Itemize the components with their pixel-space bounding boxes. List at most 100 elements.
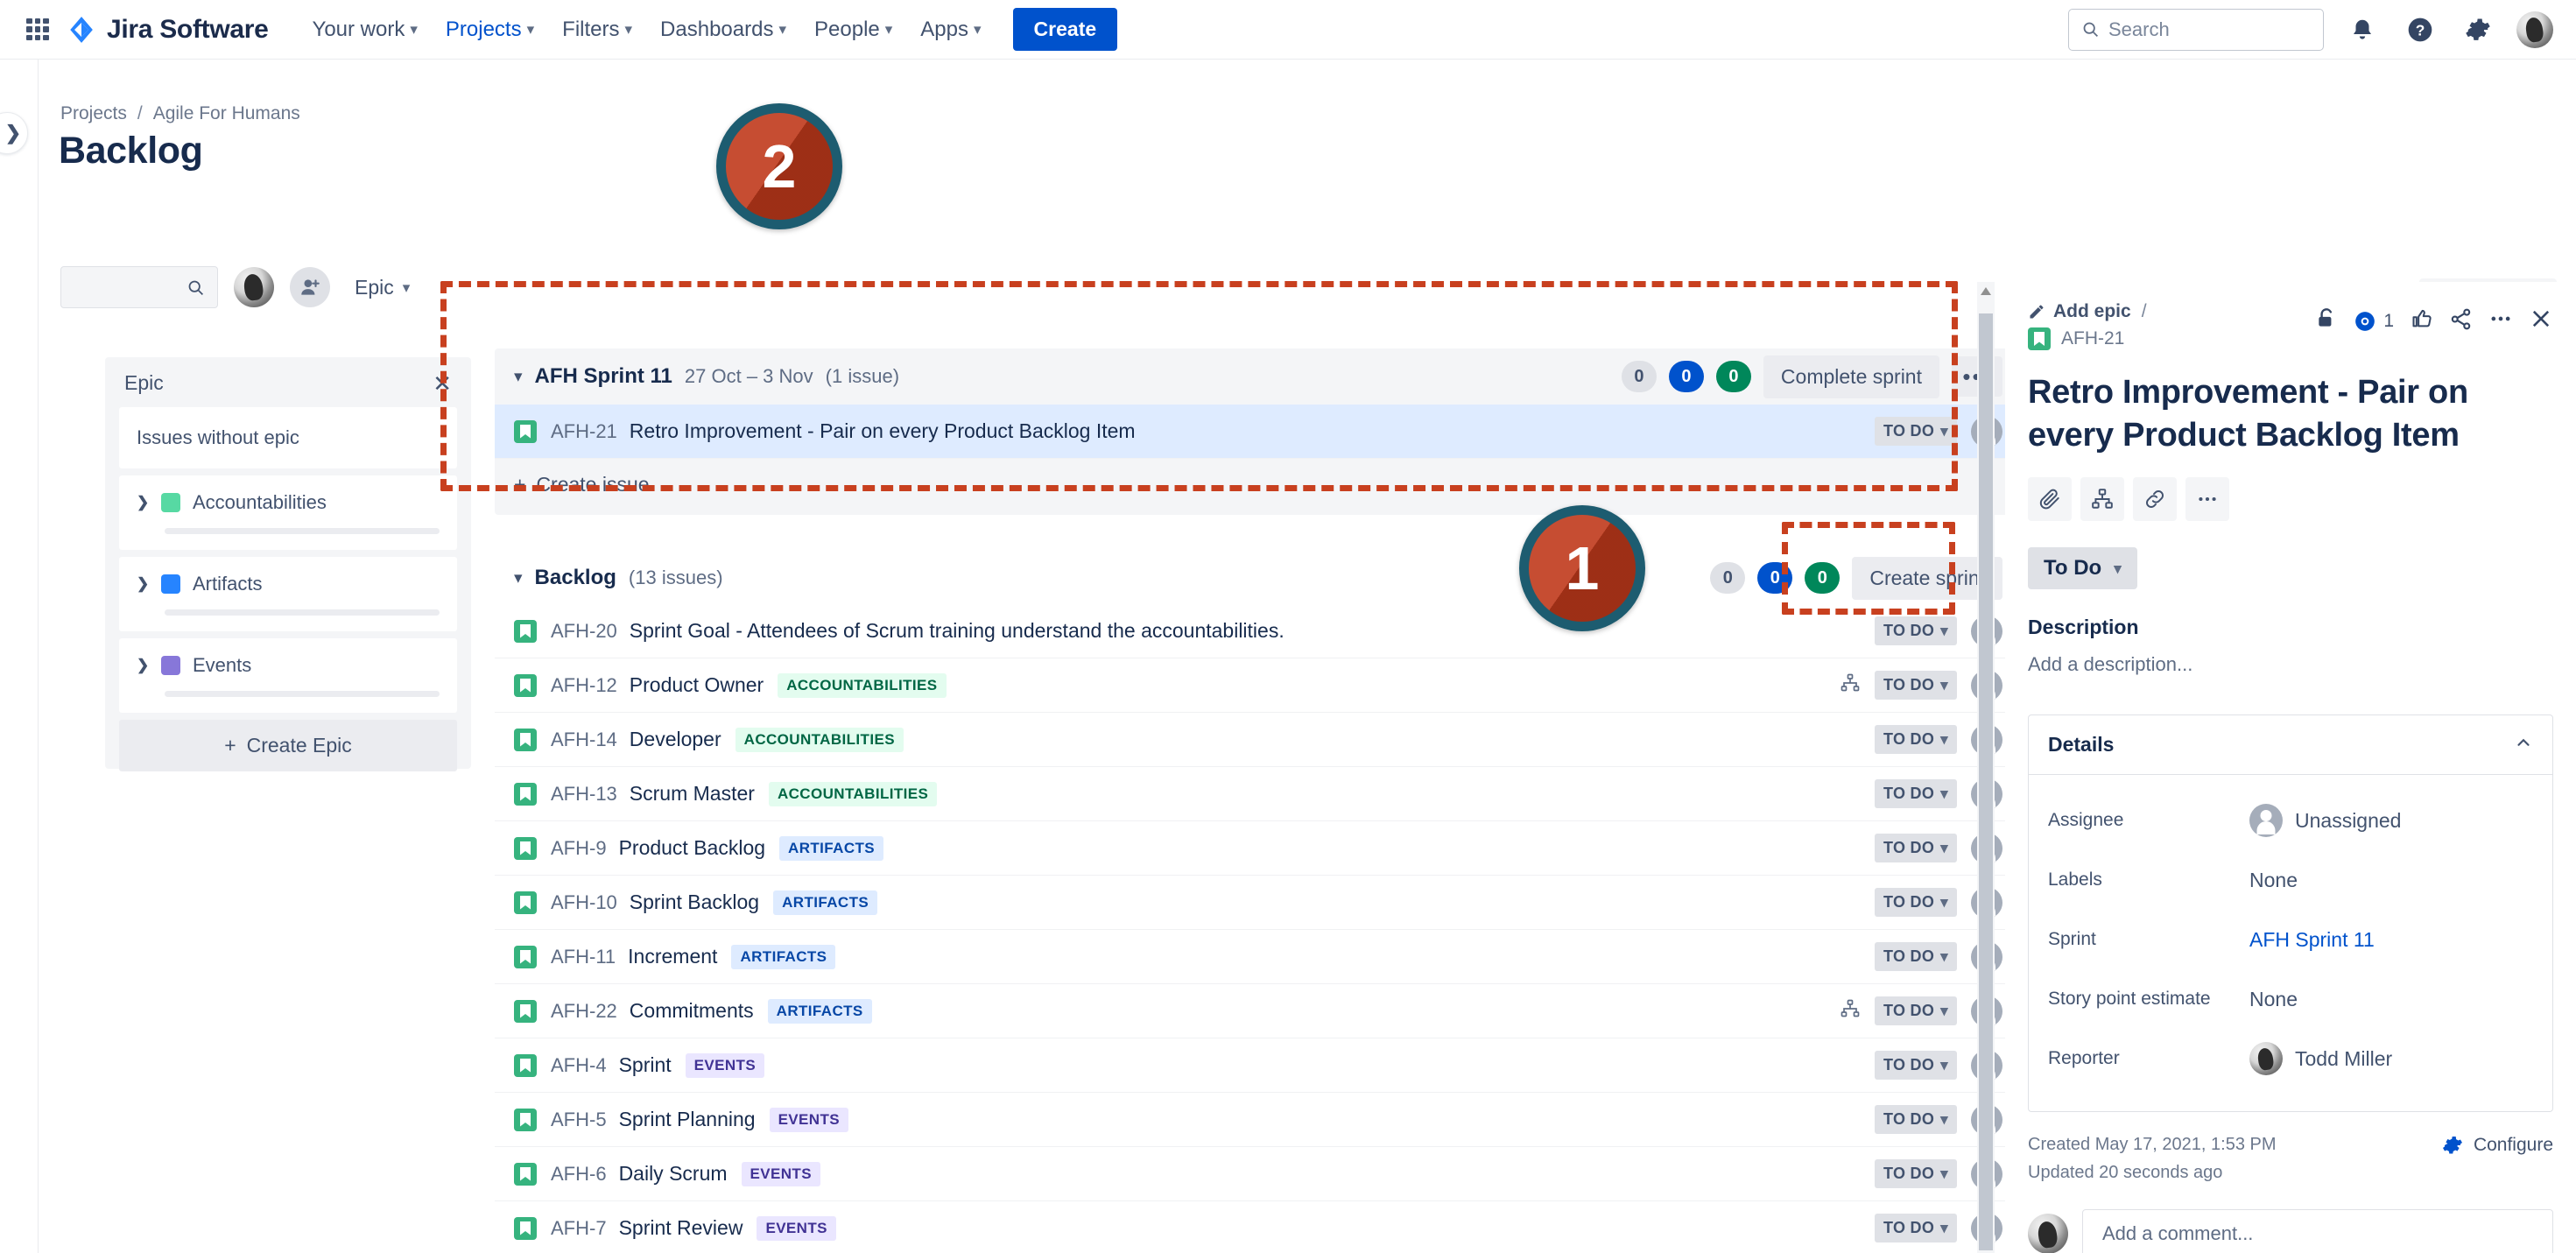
- epic-tag[interactable]: ACCOUNTABILITIES: [778, 672, 947, 698]
- apps-grid-icon[interactable]: [23, 15, 53, 45]
- lock-icon[interactable]: [2315, 307, 2338, 334]
- pill-todo-count[interactable]: 0: [1710, 562, 1746, 594]
- nav-item-your-work[interactable]: Your work ▾: [300, 11, 430, 49]
- table-row[interactable]: AFH-11 Increment ARTIFACTS TO DO ▾: [495, 930, 2018, 984]
- issue-key[interactable]: AFH-5: [551, 1109, 607, 1131]
- issue-key[interactable]: AFH-10: [551, 891, 617, 914]
- jira-software-logo-link[interactable]: Jira Software: [67, 15, 269, 45]
- table-row[interactable]: AFH-10 Sprint Backlog ARTIFACTS TO DO ▾: [495, 876, 2018, 930]
- create-issue-button[interactable]: + Create issue: [495, 459, 2018, 510]
- issue-key[interactable]: AFH-13: [551, 783, 617, 806]
- more-actions-icon[interactable]: [2488, 306, 2513, 335]
- issue-key[interactable]: AFH-21: [2061, 328, 2124, 349]
- issue-key[interactable]: AFH-21: [551, 420, 617, 443]
- chevron-right-icon[interactable]: ❯: [137, 657, 149, 674]
- status-badge[interactable]: TO DO ▾: [1874, 417, 1957, 446]
- add-epic-button[interactable]: Add epic: [2028, 301, 2131, 322]
- epic-tag[interactable]: EVENTS: [685, 1052, 765, 1078]
- description-input[interactable]: Add a description...: [2028, 653, 2553, 676]
- complete-sprint-button[interactable]: Complete sprint: [1763, 355, 1939, 398]
- table-row[interactable]: AFH-21 Retro Improvement - Pair on every…: [495, 405, 2018, 459]
- pill-done-count[interactable]: 0: [1715, 361, 1751, 392]
- pill-todo-count[interactable]: 0: [1621, 361, 1657, 392]
- chevron-down-icon[interactable]: ▾: [514, 367, 523, 387]
- status-badge[interactable]: TO DO ▾: [1874, 779, 1957, 808]
- create-button[interactable]: Create: [1012, 8, 1118, 51]
- status-badge[interactable]: TO DO ▾: [1874, 1214, 1957, 1242]
- like-icon[interactable]: [2410, 307, 2433, 335]
- details-card-header[interactable]: Details: [2029, 715, 2552, 776]
- close-icon[interactable]: ✕: [429, 372, 455, 395]
- issue-key[interactable]: AFH-12: [551, 674, 617, 697]
- issue-key[interactable]: AFH-14: [551, 729, 617, 751]
- nav-item-filters[interactable]: Filters ▾: [550, 11, 644, 49]
- issue-key[interactable]: AFH-11: [551, 946, 616, 968]
- issue-key[interactable]: AFH-9: [551, 837, 607, 860]
- global-search-input[interactable]: Search: [2068, 8, 2324, 51]
- close-icon[interactable]: [2529, 306, 2553, 335]
- field-value[interactable]: Todd Miller: [2249, 1042, 2392, 1076]
- epic-tag[interactable]: ARTIFACTS: [773, 890, 878, 915]
- vertical-scrollbar[interactable]: [1977, 282, 1995, 1253]
- breadcrumb-projects[interactable]: Projects: [60, 103, 127, 124]
- chevron-down-icon[interactable]: ▾: [514, 568, 523, 588]
- scrollbar-thumb[interactable]: [1979, 313, 1993, 1250]
- settings-gear-icon[interactable]: [2459, 11, 2497, 49]
- epic-item-accountabilities[interactable]: ❯ Accountabilities: [119, 475, 457, 550]
- status-badge[interactable]: TO DO ▾: [1874, 1105, 1957, 1134]
- child-issue-icon[interactable]: [2080, 477, 2124, 522]
- status-badge[interactable]: TO DO ▾: [1874, 1159, 1957, 1188]
- status-badge[interactable]: TO DO ▾: [1874, 1051, 1957, 1080]
- issue-key[interactable]: AFH-22: [551, 1000, 617, 1023]
- avatar-filter-current-user[interactable]: [234, 267, 274, 307]
- epic-tag[interactable]: ARTIFACTS: [767, 998, 872, 1024]
- epic-tag[interactable]: ARTIFACTS: [779, 835, 884, 861]
- scroll-up-arrow-icon[interactable]: [1981, 287, 1991, 295]
- nav-item-dashboards[interactable]: Dashboards ▾: [648, 11, 799, 49]
- add-person-icon[interactable]: [290, 267, 330, 307]
- pill-done-count[interactable]: 0: [1805, 562, 1841, 594]
- epic-tag[interactable]: EVENTS: [741, 1161, 820, 1186]
- pill-inprogress-count[interactable]: 0: [1668, 361, 1704, 392]
- field-value[interactable]: Unassigned: [2249, 804, 2401, 838]
- chevron-right-icon[interactable]: ❯: [137, 494, 149, 511]
- breadcrumb-project[interactable]: Agile For Humans: [153, 103, 300, 124]
- table-row[interactable]: AFH-6 Daily Scrum EVENTS TO DO ▾: [495, 1147, 2018, 1201]
- status-badge[interactable]: TO DO ▾: [1874, 942, 1957, 971]
- epic-tag[interactable]: EVENTS: [769, 1107, 848, 1132]
- status-badge[interactable]: TO DO ▾: [1874, 671, 1957, 700]
- notifications-icon[interactable]: [2343, 11, 2382, 49]
- epic-filter-dropdown[interactable]: Epic ▾: [346, 269, 419, 306]
- table-row[interactable]: AFH-22 Commitments ARTIFACTS TO DO ▾: [495, 984, 2018, 1038]
- epic-tag[interactable]: ARTIFACTS: [731, 944, 836, 969]
- field-value[interactable]: AFH Sprint 11: [2249, 928, 2375, 952]
- table-row[interactable]: AFH-12 Product Owner ACCOUNTABILITIES TO DO…: [495, 658, 2018, 713]
- table-row[interactable]: AFH-20 Sprint Goal - Attendees of Scrum t…: [495, 604, 2018, 658]
- issue-key[interactable]: AFH-7: [551, 1217, 607, 1240]
- status-badge[interactable]: TO DO ▾: [1874, 888, 1957, 917]
- help-icon[interactable]: ?: [2401, 11, 2439, 49]
- chevron-right-icon[interactable]: ❯: [137, 575, 149, 593]
- watch-issue-button[interactable]: 1: [2354, 310, 2394, 333]
- share-icon[interactable]: [2449, 307, 2473, 335]
- add-comment-input[interactable]: Add a comment...: [2082, 1209, 2553, 1253]
- field-value[interactable]: None: [2249, 988, 2298, 1011]
- status-badge[interactable]: TO DO ▾: [1874, 725, 1957, 754]
- nav-item-projects[interactable]: Projects ▾: [433, 11, 546, 67]
- table-row[interactable]: AFH-13 Scrum Master ACCOUNTABILITIES TO DO ▾: [495, 767, 2018, 821]
- status-badge[interactable]: TO DO ▾: [1874, 834, 1957, 862]
- table-row[interactable]: AFH-4 Sprint EVENTS TO DO ▾: [495, 1038, 2018, 1093]
- epic-item-artifacts[interactable]: ❯ Artifacts: [119, 557, 457, 631]
- epic-tag[interactable]: ACCOUNTABILITIES: [768, 781, 938, 806]
- link-icon[interactable]: [2133, 477, 2177, 522]
- issue-status-dropdown[interactable]: To Do ▾: [2028, 547, 2137, 590]
- table-row[interactable]: AFH-5 Sprint Planning EVENTS TO DO ▾: [495, 1093, 2018, 1147]
- table-row[interactable]: AFH-9 Product Backlog ARTIFACTS TO DO ▾: [495, 821, 2018, 876]
- issue-key[interactable]: AFH-20: [551, 620, 617, 643]
- field-value[interactable]: None: [2249, 869, 2298, 892]
- attach-icon[interactable]: [2028, 477, 2072, 522]
- nav-item-apps[interactable]: Apps ▾: [908, 11, 993, 49]
- epic-tag[interactable]: ACCOUNTABILITIES: [735, 727, 904, 752]
- status-badge[interactable]: TO DO ▾: [1874, 616, 1957, 645]
- pill-inprogress-count[interactable]: 0: [1757, 562, 1793, 594]
